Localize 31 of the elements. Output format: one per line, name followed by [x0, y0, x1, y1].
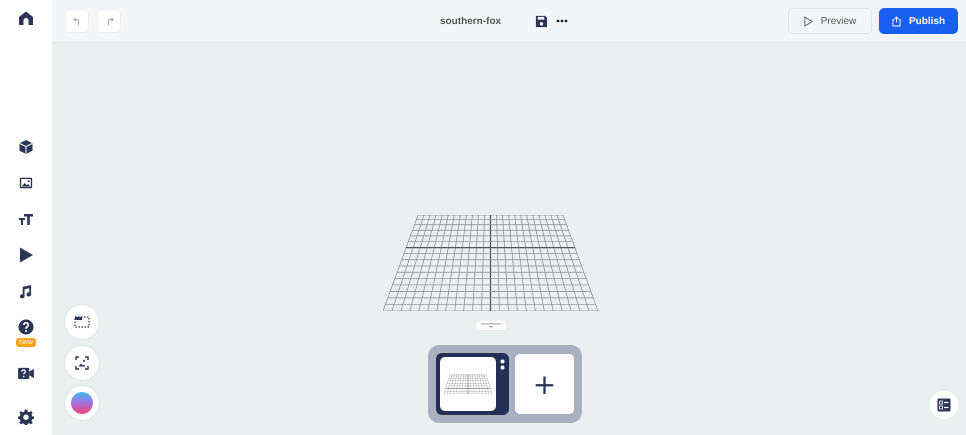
preview-button[interactable]: Preview — [788, 8, 872, 34]
help-icon[interactable] — [18, 319, 34, 335]
settings-icon[interactable] — [18, 409, 34, 425]
list-layout-icon — [937, 398, 951, 412]
share-icon — [892, 16, 901, 26]
more-icon[interactable] — [500, 359, 505, 371]
publish-button[interactable]: Publish — [879, 8, 958, 34]
more-icon[interactable] — [556, 19, 568, 23]
color-swatch-icon — [71, 392, 93, 414]
layout-button[interactable] — [930, 391, 958, 419]
color-picker-button[interactable] — [65, 386, 99, 420]
add-scene-button[interactable]: + — [515, 354, 574, 414]
home-icon[interactable] — [18, 10, 34, 26]
image-frame-icon — [75, 356, 89, 370]
music-note-icon[interactable] — [18, 284, 34, 298]
frame-button[interactable] — [65, 305, 99, 339]
play-outline-icon — [804, 16, 813, 26]
camera-marker[interactable] — [476, 321, 506, 330]
text-size-icon[interactable] — [18, 211, 34, 227]
play-icon[interactable] — [18, 246, 34, 264]
project-title[interactable]: southern-fox — [440, 16, 502, 26]
video-camera-icon[interactable] — [16, 366, 35, 380]
dashed-frame-icon — [74, 316, 90, 328]
save-icon[interactable] — [535, 14, 548, 28]
photo-frame-button[interactable] — [65, 346, 99, 380]
image-icon[interactable] — [18, 176, 34, 190]
cube-icon[interactable] — [18, 139, 34, 155]
scene-card[interactable] — [436, 353, 509, 415]
undo-icon — [72, 16, 82, 26]
marker-icon — [481, 323, 501, 328]
scene-thumbnail-drawing — [444, 374, 492, 394]
